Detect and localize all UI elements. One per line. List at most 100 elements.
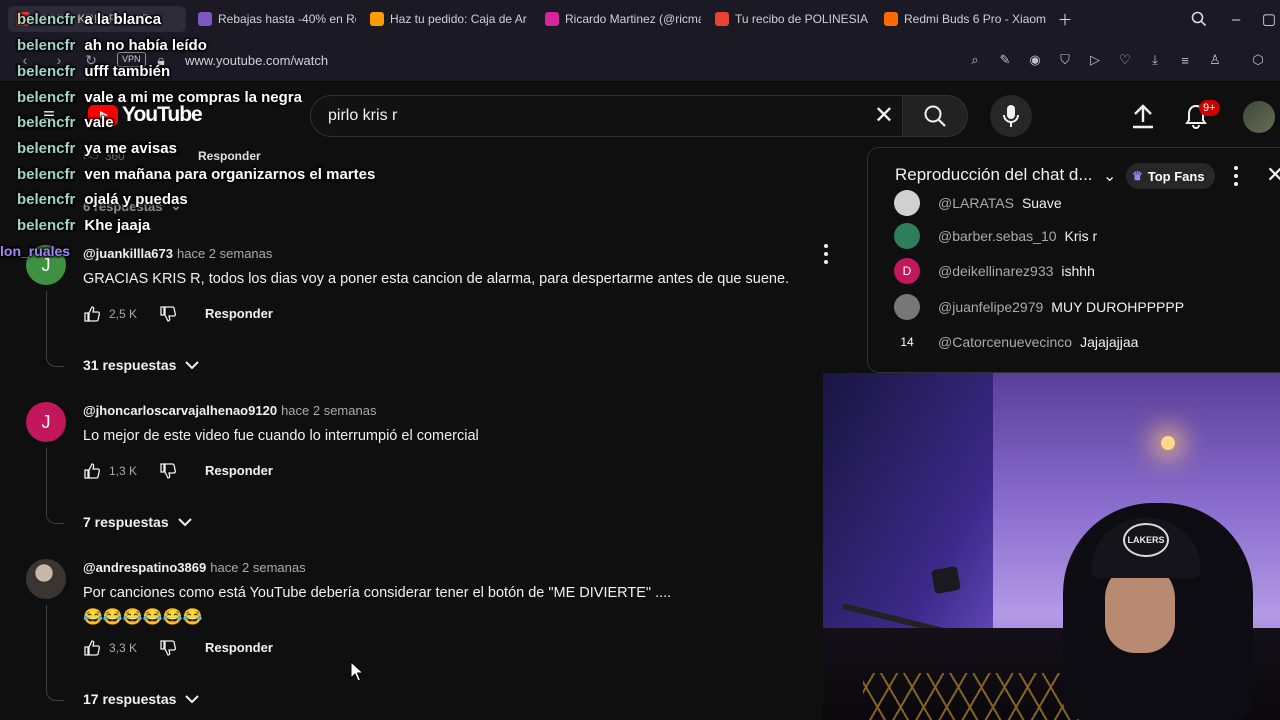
like-count: 3,3 K — [109, 641, 138, 655]
browser-tab[interactable]: Haz tu pedido: Caja de Ar — [362, 6, 530, 32]
notification-count-badge[interactable]: 9+ — [1199, 100, 1220, 116]
amazon-icon — [370, 12, 384, 26]
avatar[interactable]: J — [26, 402, 66, 442]
replies-toggle[interactable]: 7 respuestas — [83, 514, 193, 530]
overlay-chat-user: belencfr — [17, 191, 76, 208]
minimize-window-icon[interactable]: – — [1225, 8, 1247, 30]
chat-message: @LARATAS Suave — [894, 190, 1062, 216]
browser-tab[interactable]: Tu recibo de POLINESIA [r — [707, 6, 869, 32]
shield-icon[interactable]: ⛉ — [1056, 51, 1074, 69]
menu-icon[interactable]: ≡ — [1176, 51, 1194, 69]
chat-avatar[interactable]: D — [894, 258, 920, 284]
comment-timestamp[interactable]: hace 2 semanas — [210, 560, 305, 575]
search-tabs-icon[interactable] — [1188, 8, 1210, 30]
thread-line — [46, 448, 64, 524]
overlay-chat-user: belencfr — [17, 89, 76, 106]
comment-author-handle[interactable]: @juankillla673 — [83, 246, 173, 261]
faded-reply-button[interactable]: Responder — [198, 149, 261, 163]
chevron-down-icon — [177, 518, 192, 527]
upload-icon[interactable] — [1127, 100, 1159, 132]
url-text[interactable]: www.youtube.com/watch — [185, 53, 328, 68]
browser-tab[interactable]: Redmi Buds 6 Pro - Xiaom — [876, 6, 1046, 32]
chevron-down-icon[interactable]: ⌄ — [1103, 166, 1116, 186]
thumbs-down-icon[interactable] — [159, 462, 177, 480]
search-input[interactable]: pirlo kris r ✕ — [310, 95, 902, 137]
profile-icon[interactable]: ♙ — [1206, 51, 1224, 69]
overlay-chat-text: ojalá y puedas — [84, 191, 188, 208]
reply-button[interactable]: Responder — [205, 640, 273, 655]
chat-avatar[interactable] — [894, 294, 920, 320]
chat-username[interactable]: @LARATAS — [938, 195, 1014, 211]
top-fans-button[interactable]: ♛ Top Fans — [1126, 163, 1215, 189]
browser-tab[interactable]: Ricardo Martinez (@ricma — [537, 6, 701, 32]
clear-search-icon[interactable]: ✕ — [874, 103, 894, 129]
overlay-chat-text: ah no había leído — [84, 37, 207, 54]
comment-author[interactable]: @andrespatino3869 hace 2 semanas — [83, 560, 306, 575]
like-count: 2,5 K — [109, 307, 138, 321]
replies-toggle[interactable]: 31 respuestas — [83, 357, 200, 373]
comment-timestamp[interactable]: hace 2 semanas — [177, 246, 272, 261]
comment-timestamp[interactable]: hace 2 semanas — [281, 403, 376, 418]
overlay-chat-text: vale — [84, 114, 114, 131]
chat-avatar[interactable]: 14 — [894, 329, 920, 355]
search-button[interactable] — [902, 95, 968, 137]
chevron-down-icon — [185, 361, 200, 370]
maximize-window-icon[interactable]: ▢ — [1258, 8, 1280, 30]
chat-username[interactable]: @juanfelipe2979 — [938, 299, 1043, 315]
cube-icon[interactable]: ⬡ — [1249, 51, 1267, 69]
webcam-lamp-light — [1161, 436, 1175, 450]
overlay-chat-text: a la blanca — [84, 11, 162, 28]
chat-username[interactable]: @barber.sebas_10 — [938, 228, 1057, 244]
thumbs-down-icon[interactable] — [159, 639, 177, 657]
account-avatar[interactable] — [1243, 101, 1275, 133]
comment-author-handle[interactable]: @andrespatino3869 — [83, 560, 206, 575]
chat-options-icon[interactable] — [1233, 166, 1239, 186]
voice-search-button[interactable] — [990, 95, 1032, 137]
chat-avatar[interactable] — [894, 190, 920, 216]
overlay-chat-line: belencfr ah no había leído — [17, 37, 207, 54]
overlay-chat-text: ya me avisas — [84, 140, 177, 157]
browser-tab[interactable]: Rebajas hasta -40% en Ro — [190, 6, 356, 32]
chat-text: MUY DUROHPPPPP — [1051, 299, 1185, 315]
comment-author-handle[interactable]: @jhoncarloscarvajalhenao9120 — [83, 403, 277, 418]
new-tab-button[interactable]: ＋ — [1054, 8, 1076, 30]
webcam-microphone — [931, 565, 961, 595]
chat-username[interactable]: @deikellinarez933 — [938, 263, 1053, 279]
reply-button[interactable]: Responder — [205, 306, 273, 321]
overlay-chat-text: ven mañana para organizarnos el martes — [84, 166, 376, 183]
chat-username[interactable]: @Catorcenuevecinco — [938, 334, 1072, 350]
edit-icon[interactable]: ✎ — [996, 51, 1014, 69]
overlay-chat-user: belencfr — [17, 114, 76, 131]
thumbs-up-icon[interactable] — [83, 305, 101, 323]
avatar[interactable] — [26, 559, 66, 599]
thumbs-up-icon[interactable] — [83, 462, 101, 480]
close-chat-icon[interactable]: ✕ — [1266, 162, 1280, 188]
zoom-icon[interactable]: ⌕ — [966, 51, 984, 69]
webcam-feed: LAKERS — [823, 373, 1280, 720]
thread-line — [46, 605, 64, 701]
chat-avatar[interactable] — [894, 223, 920, 249]
cap-logo: LAKERS — [1123, 523, 1169, 557]
thumbs-down-icon[interactable] — [159, 305, 177, 323]
play-icon[interactable]: ▷ — [1086, 51, 1104, 69]
chat-message: @juanfelipe2979 MUY DUROHPPPPP — [894, 294, 1184, 320]
thumbs-up-icon[interactable] — [83, 639, 101, 657]
download-icon[interactable]: ⤓ — [1146, 51, 1164, 69]
search-icon — [924, 105, 946, 127]
crown-icon: ♛ — [1132, 169, 1143, 183]
chat-replay-title[interactable]: Reproducción del chat d... — [895, 165, 1093, 185]
heart-icon[interactable]: ♡ — [1116, 51, 1134, 69]
search-query-text[interactable]: pirlo kris r — [328, 107, 397, 125]
comment-author[interactable]: @jhoncarloscarvajalhenao9120 hace 2 seman… — [83, 403, 376, 418]
overlay-chat-text: Khe jaaja — [84, 217, 151, 234]
overlay-chat-user: belencfr — [17, 166, 76, 183]
reply-button[interactable]: Responder — [205, 463, 273, 478]
overlay-chat-user: belencfr — [17, 140, 76, 157]
overlay-chat-line: belencfr ven mañana para organizarnos el … — [17, 166, 375, 183]
browser-tab-label: Ricardo Martinez (@ricma — [565, 12, 701, 26]
camera-icon[interactable]: ◉ — [1026, 51, 1044, 69]
comment-options-icon[interactable] — [822, 244, 830, 264]
replies-toggle[interactable]: 17 respuestas — [83, 691, 200, 707]
chat-message: 14 @Catorcenuevecinco Jajajajjaa — [894, 329, 1138, 355]
comment-author[interactable]: @juankillla673 hace 2 semanas — [83, 246, 272, 261]
